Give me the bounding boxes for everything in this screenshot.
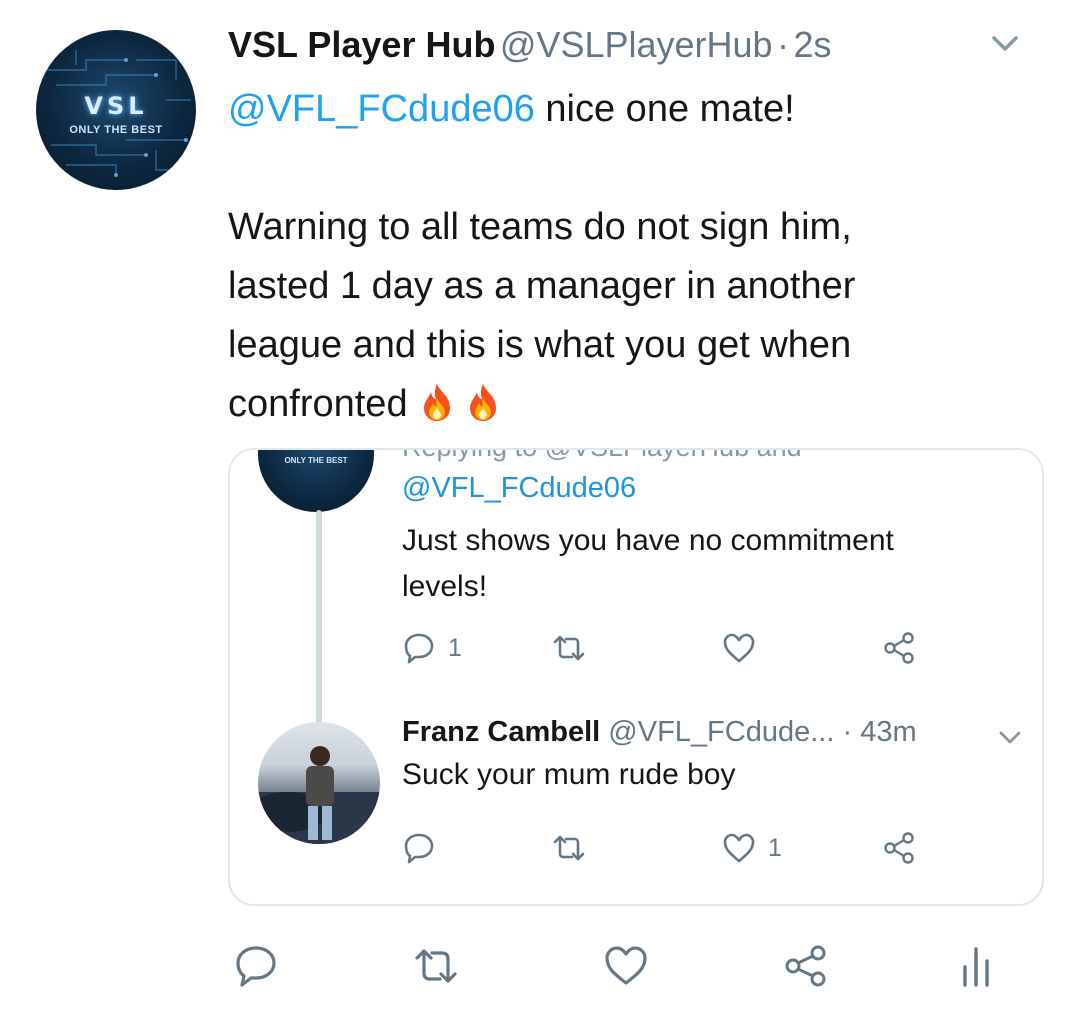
author-handle[interactable]: @VSLPlayerHub — [500, 24, 773, 65]
retweet-icon — [415, 949, 457, 983]
heart-icon — [605, 946, 647, 985]
like-button[interactable] — [598, 938, 654, 994]
mention-link[interactable]: @VFL_FCdude06 — [228, 88, 535, 130]
share-icon — [884, 832, 914, 864]
share-icon — [785, 945, 826, 987]
embedded-reply-action — [402, 830, 436, 866]
fire-emoji-icon — [469, 384, 496, 421]
reply-icon — [404, 833, 434, 864]
franz-time: 43m — [860, 716, 917, 748]
chevron-down-icon[interactable] — [990, 34, 1020, 54]
embedded-actions-2: 1 — [402, 830, 922, 866]
embedded-share-action — [882, 630, 916, 666]
franz-name: Franz Cambell — [402, 716, 601, 748]
embedded-reply-action: 1 — [402, 630, 462, 666]
reply-text: nice one mate! — [534, 88, 795, 130]
embedded-like-action: 1 — [722, 830, 782, 866]
franz-avatar — [258, 722, 380, 844]
tweet-action-bar — [228, 938, 1028, 994]
franz-header: Franz Cambell @VFL_FCdude... · 43m — [402, 716, 917, 749]
tweet-first-line: @VFL_FCdude06 nice one mate! — [228, 80, 1028, 139]
heart-icon — [723, 833, 755, 863]
tweet-header: VSL Player Hub @VSLPlayerHub · 2s — [228, 24, 1050, 74]
retweet-icon — [553, 635, 585, 661]
reply-button[interactable] — [228, 938, 284, 994]
share-button[interactable] — [778, 938, 834, 994]
author-avatar[interactable]: VSL ONLY THE BEST — [36, 30, 196, 190]
embedded-reply-text: Just shows you have no commitment levels… — [402, 518, 1002, 610]
person-photo — [258, 746, 380, 844]
avatar-logo: VSL — [84, 92, 148, 120]
chevron-down-icon — [999, 731, 1021, 744]
embedded-author-avatar: ONLY THE BEST — [258, 450, 374, 512]
embedded-retweet-action — [552, 830, 586, 866]
replying-to-text: Replying to @VSLPlayerHub and — [402, 450, 802, 463]
share-icon — [884, 632, 914, 664]
heart-icon — [723, 633, 755, 663]
franz-handle: @VFL_FCdude... — [608, 716, 835, 748]
body-line: confronted — [228, 383, 408, 425]
fire-emoji-icon — [423, 384, 450, 421]
reply-icon — [404, 633, 434, 664]
embedded-avatar-tagline: ONLY THE BEST — [284, 456, 348, 465]
reply-count: 1 — [448, 633, 462, 662]
embedded-retweet-action — [552, 630, 586, 666]
tweet-time[interactable]: 2s — [793, 24, 831, 65]
header-separator: · — [777, 24, 790, 65]
avatar-tagline: ONLY THE BEST — [69, 124, 163, 136]
embedded-like-action — [722, 630, 756, 666]
body-line: league and this is what you get when — [228, 324, 852, 366]
tweet-body: @VFL_FCdude06 nice one mate! Warning to … — [228, 80, 1028, 434]
reply-text-line: levels! — [402, 570, 488, 603]
embedded-mention: @VFL_FCdude06 — [402, 472, 637, 504]
like-count: 1 — [768, 833, 782, 862]
analytics-icon — [963, 947, 989, 987]
embedded-screenshot[interactable]: ONLY THE BEST Replying to @VSLPlayerHub … — [228, 448, 1044, 906]
reply-icon — [236, 946, 276, 987]
author-name[interactable]: VSL Player Hub — [228, 24, 495, 65]
embedded-share-action — [882, 830, 916, 866]
retweet-icon — [553, 835, 585, 861]
reply-text-line: Just shows you have no commitment — [402, 524, 894, 557]
franz-reply-text: Suck your mum rude boy — [402, 758, 736, 791]
retweet-button[interactable] — [408, 938, 464, 994]
body-line: Warning to all teams do not sign him, — [228, 206, 852, 248]
analytics-button[interactable] — [948, 938, 1004, 994]
body-line-last: confronted — [228, 375, 1028, 434]
franz-separator: · — [842, 716, 853, 748]
embedded-actions-1: 1 — [402, 630, 922, 666]
body-line: lasted 1 day as a manager in another — [228, 265, 856, 307]
